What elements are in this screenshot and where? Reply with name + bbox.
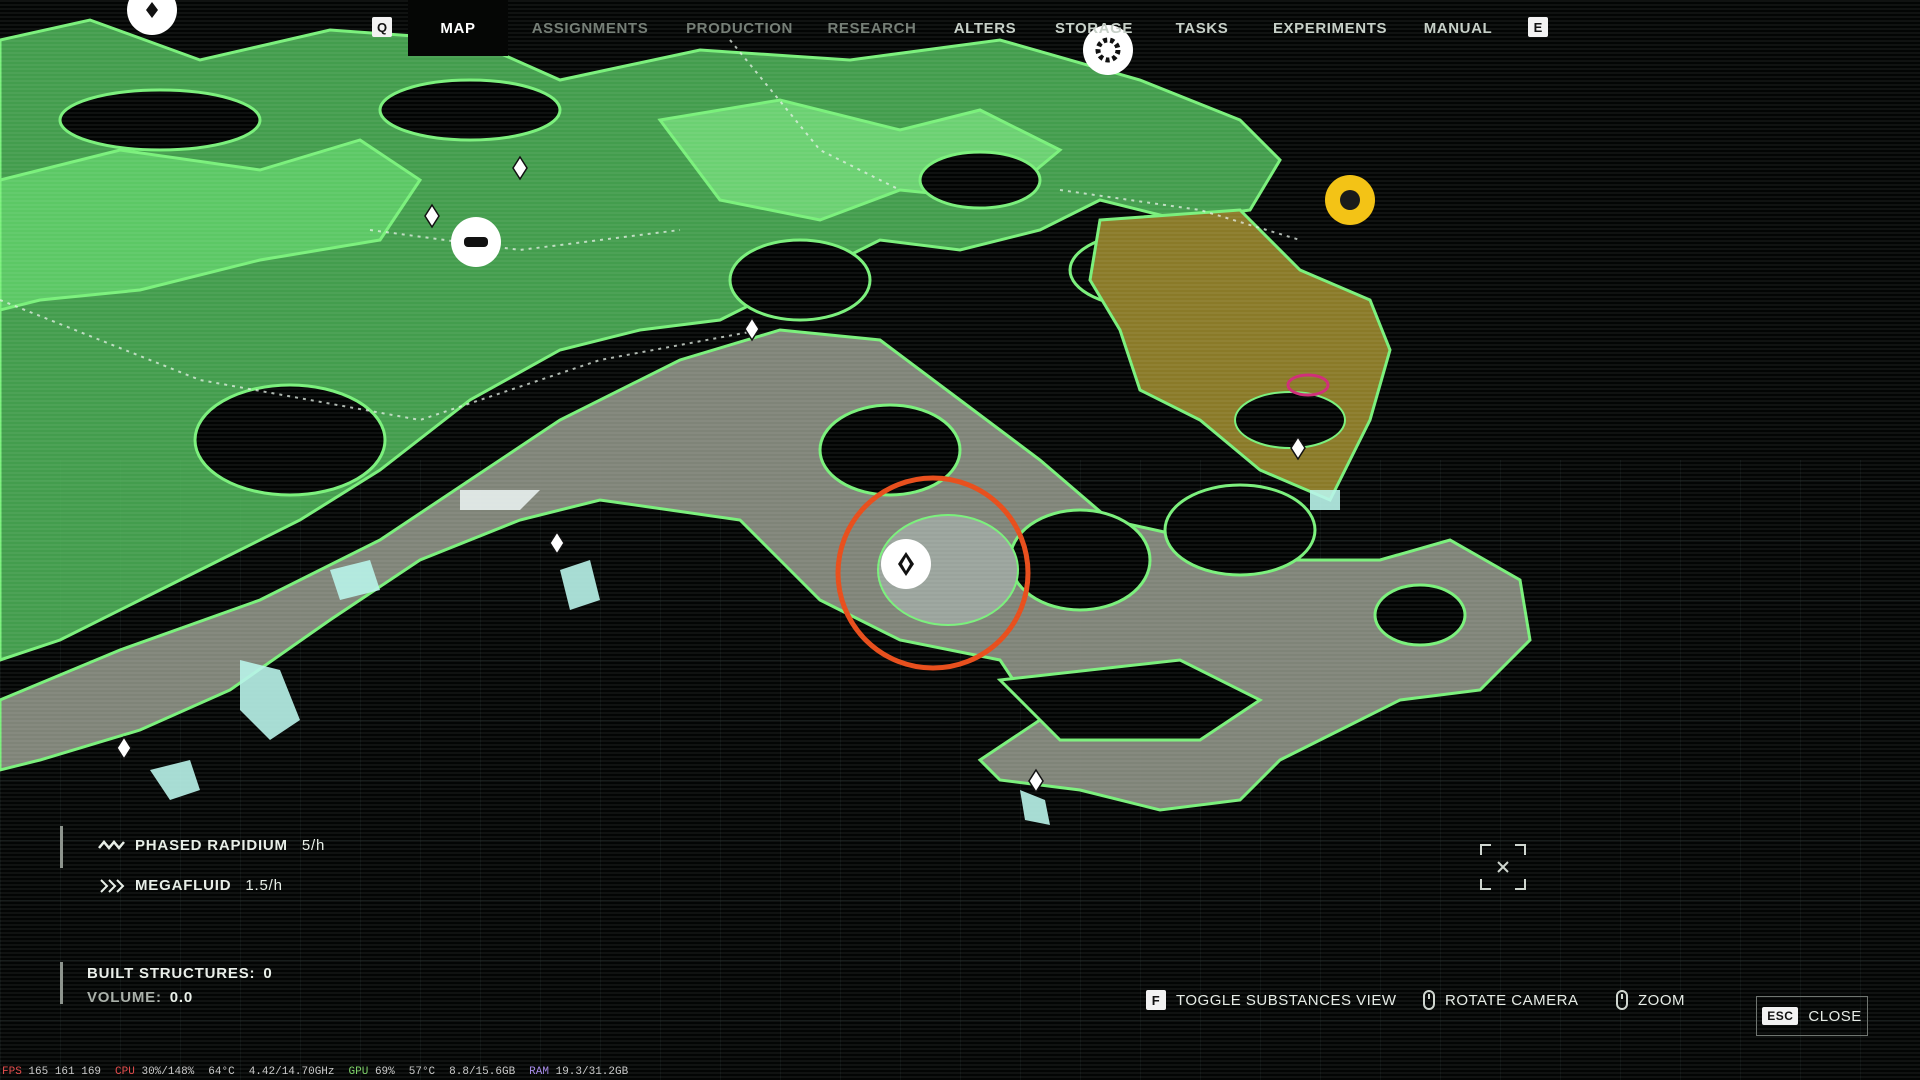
close-button[interactable]: ESC CLOSE [1756,996,1868,1036]
gpu-temp: 57°C [408,1066,436,1078]
ram-label: RAM [529,1066,549,1078]
wave-icon [98,839,125,850]
fps-label: FPS [2,1066,22,1078]
built-structures-value: 0 [263,965,273,982]
tab-tasks[interactable]: TASKS [1170,0,1234,56]
resource-name: MEGAFLUID [135,877,232,894]
tab-experiments[interactable]: EXPERIMENTS [1270,0,1390,56]
built-structures-line: BUILT STRUCTURES: 0 [87,962,272,986]
cpu-value: 30%/148% [141,1066,195,1078]
zoom-hint: ZOOM [1616,990,1685,1010]
gpu-value: 69% [374,1066,395,1078]
resource-name: PHASED RAPIDIUM [135,837,288,854]
tab-storage[interactable]: STORAGE [1050,0,1138,56]
next-tab-key[interactable]: E [1528,17,1548,37]
built-structures-label: BUILT STRUCTURES: [87,965,256,982]
recenter-icon[interactable] [1479,843,1527,891]
tab-manual[interactable]: MANUAL [1418,0,1498,56]
tab-alters[interactable]: ALTERS [950,0,1020,56]
toggle-substances-label: TOGGLE SUBSTANCES VIEW [1176,991,1397,1009]
close-label: CLOSE [1808,1007,1862,1025]
prev-tab-key[interactable]: Q [372,17,392,37]
gpu-label: GPU [348,1066,369,1078]
selected-location-marker[interactable] [881,539,931,589]
fps-value: 165 161 169 [28,1066,102,1078]
tab-assignments[interactable]: ASSIGNMENTS [520,0,660,56]
rotate-camera-label: ROTATE CAMERA [1445,991,1579,1009]
zoom-label: ZOOM [1638,991,1685,1009]
mouse-icon [1423,990,1435,1010]
map-view[interactable] [0,0,1920,1080]
volume-label: VOLUME: [87,989,162,1006]
build-stats: BUILT STRUCTURES: 0 VOLUME: 0.0 [60,962,272,1006]
toggle-substances-hint[interactable]: F TOGGLE SUBSTANCES VIEW [1146,990,1397,1010]
volume-line: VOLUME: 0.0 [87,986,272,1010]
mouse-scroll-icon [1616,990,1628,1010]
dumbbell-marker[interactable] [451,217,501,267]
tab-research[interactable]: RESEARCH [822,0,922,56]
megafluid-icon [100,878,125,893]
resource-rate: 1.5/h [245,877,283,894]
resource-panel: PHASED RAPIDIUM 5/h MEGAFLUID 1.5/h [60,826,324,894]
tab-production[interactable]: PRODUCTION [682,0,797,56]
volume-value: 0.0 [169,989,194,1006]
cpu-temp: 64°C [208,1066,235,1078]
resource-row-phased-rapidium: PHASED RAPIDIUM 5/h [97,837,325,854]
esc-key: ESC [1762,1007,1799,1025]
cpu-label: CPU [115,1066,135,1078]
resource-row-megafluid: MEGAFLUID 1.5/h [97,877,283,894]
ram-value: 19.3/31.2GB [555,1066,629,1078]
rotate-camera-hint: ROTATE CAMERA [1423,990,1578,1010]
tab-map[interactable]: MAP [408,0,508,56]
scanline-overlay [0,0,1920,1080]
vram-value: 8.8/15.6GB [449,1066,516,1078]
performance-overlay: FPS 165 161 169 CPU 30%/148% 64°C 4.42/1… [0,1064,1920,1080]
objective-marker-yellow[interactable] [1325,175,1375,225]
toggle-key: F [1146,990,1166,1010]
cpu-clock: 4.42/14.70GHz [248,1066,335,1078]
resource-rate: 5/h [301,837,326,854]
